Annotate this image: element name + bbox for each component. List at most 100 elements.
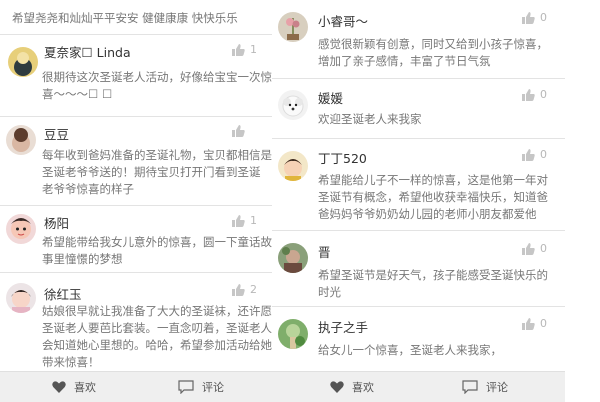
comment-item: 执子之手 0 给女儿一个惊喜，圣诞老人来我家， [272, 307, 565, 372]
thumbs-up-icon [232, 283, 245, 296]
comment-text-line: 时光 [318, 285, 341, 299]
comment-text-line: 事里憧憬的梦想 [42, 252, 123, 266]
thumbs-up-icon [522, 88, 535, 101]
comment-text: 姑娘很早就让我准备了大大的圣诞袜，还许愿 圣诞老人要芭比套装。一直念叨着，圣诞老… [42, 303, 272, 371]
page-margin [565, 0, 600, 402]
comment-button[interactable]: 评论 [462, 372, 508, 402]
comment-text-line: 圣诞老爷爷送的！期待宝贝打开门看到圣诞 [42, 165, 261, 179]
avatar[interactable] [278, 90, 308, 120]
like-count: 0 [540, 242, 547, 255]
comment-text-line: 每年收到爸妈准备的圣诞礼物，宝贝都相信是 [42, 148, 272, 162]
thumbs-up-icon [232, 125, 245, 137]
avatar[interactable] [8, 47, 38, 77]
comment-text: 很期待这次圣诞老人活动，好像给宝宝一次惊 喜～～～☐ ☐ [42, 69, 272, 103]
action-bar: 喜欢 评论 [0, 371, 272, 402]
like-count: 2 [250, 283, 257, 296]
like-count-button[interactable]: 0 [522, 148, 547, 161]
comment-text: 感觉很新颖有创意，同时又给到小孩子惊喜， 增加了亲子感情，丰富了节日气氛 [318, 36, 548, 70]
comment-text: 希望圣诞节是好天气，孩子能感受圣诞快乐的 时光 [318, 267, 548, 301]
like-count-button[interactable]: 0 [522, 242, 547, 255]
comment-text-line: 希望能带给我女儿意外的惊喜，圆一下童话故 [42, 235, 272, 249]
comment-text: 欢迎圣诞老人来我家 [318, 111, 422, 128]
comment-item: 豆豆 每年收到爸妈准备的圣诞礼物，宝贝都相信是 圣诞老爷爷送的！期待宝贝打开门看… [0, 117, 272, 206]
action-bar: 喜欢 评论 [272, 371, 565, 402]
avatar[interactable] [278, 151, 308, 181]
comment-text-line: 会知道她心里想的。哈哈，希望参加活动给她 [42, 338, 272, 352]
commenter-name[interactable]: 执子之手 [318, 317, 368, 336]
comment-item: 希望尧尧和灿灿平平安安 健健康康 快快乐乐 [0, 0, 272, 35]
comment-button-label: 评论 [486, 381, 508, 394]
comment-item: 媛媛 0 欢迎圣诞老人来我家 [272, 79, 565, 139]
commenter-name[interactable]: 夏奈家☐ Linda [44, 42, 131, 61]
comment-text-line: 给女儿一个惊喜，圣诞老人来我家， [318, 343, 502, 357]
like-button[interactable]: 喜欢 [330, 372, 374, 402]
avatar[interactable] [278, 319, 308, 349]
comment-item: 丁丁520 0 希望能给儿子不一样的惊喜，这是他第一年对 圣诞节有概念，希望他收… [272, 139, 565, 231]
comment-text-line: 圣诞老人要芭比套装。一直念叨着，圣诞老人 [42, 321, 272, 335]
like-count: 0 [540, 88, 547, 101]
comment-item: 晋 0 希望圣诞节是好天气，孩子能感受圣诞快乐的 时光 [272, 231, 565, 307]
heart-icon [52, 381, 66, 393]
avatar[interactable] [278, 243, 308, 273]
avatar[interactable] [6, 283, 36, 313]
like-button[interactable]: 喜欢 [52, 372, 96, 402]
commenter-name[interactable]: 小睿哥～ [318, 11, 368, 30]
comment-text-line: 希望尧尧和灿灿平平安安 健健康康 快快乐乐 [12, 11, 238, 25]
comment-text: 给女儿一个惊喜，圣诞老人来我家， [318, 342, 502, 359]
like-count: 1 [250, 43, 257, 56]
thumbs-up-icon [232, 43, 245, 56]
thumbs-up-icon [522, 148, 535, 161]
comment-item: 夏奈家☐ Linda 1 很期待这次圣诞老人活动，好像给宝宝一次惊 喜～～～☐ … [0, 35, 272, 117]
like-count-button[interactable]: 1 [232, 43, 257, 56]
comment-text-line: 希望圣诞节是好天气，孩子能感受圣诞快乐的 [318, 268, 548, 282]
thumbs-up-icon [232, 214, 245, 227]
like-count: 0 [540, 11, 547, 24]
comment-text-line: 希望能给儿子不一样的惊喜，这是他第一年对 [318, 173, 548, 187]
comment-icon [178, 380, 194, 394]
like-button-label: 喜欢 [352, 381, 374, 394]
commenter-name[interactable]: 丁丁520 [318, 148, 367, 167]
like-count-button[interactable]: 1 [232, 214, 257, 227]
comment-text: 希望能带给我女儿意外的惊喜，圆一下童话故 事里憧憬的梦想 [42, 234, 272, 268]
avatar[interactable] [6, 125, 36, 155]
comment-text-line: 喜～～～☐ ☐ [42, 87, 113, 101]
comment-text: 每年收到爸妈准备的圣诞礼物，宝贝都相信是 圣诞老爷爷送的！期待宝贝打开门看到圣诞… [42, 147, 272, 198]
commenter-name[interactable]: 徐红玉 [44, 284, 82, 303]
comment-text-line: 圣诞节有概念，希望他收获幸福快乐，知道爸 [318, 190, 548, 204]
thumbs-up-icon [522, 11, 535, 24]
comment-text-line: 老爷爷惊喜的样子 [42, 182, 134, 196]
comment-text-line: 欢迎圣诞老人来我家 [318, 112, 422, 126]
avatar[interactable] [6, 214, 36, 244]
left-comment-panel: 希望尧尧和灿灿平平安安 健健康康 快快乐乐 夏奈家☐ Linda 1 很期待这次… [0, 0, 272, 402]
comment-text-line: 感觉很新颖有创意，同时又给到小孩子惊喜， [318, 37, 548, 51]
thumbs-up-icon [522, 242, 535, 255]
like-count: 1 [250, 214, 257, 227]
thumbs-up-icon [522, 317, 535, 330]
commenter-name[interactable]: 豆豆 [44, 124, 69, 143]
comment-text-line: 增加了亲子感情，丰富了节日气氛 [318, 54, 491, 68]
comment-text-line: 带来惊喜！ [42, 355, 100, 369]
like-count-button[interactable] [232, 125, 250, 137]
comment-item: 小睿哥～ 0 感觉很新颖有创意，同时又给到小孩子惊喜， 增加了亲子感情，丰富了节… [272, 0, 565, 79]
like-button-label: 喜欢 [74, 381, 96, 394]
like-count-button[interactable]: 0 [522, 88, 547, 101]
comment-icon [462, 380, 478, 394]
like-count: 0 [540, 148, 547, 161]
right-comment-panel: 小睿哥～ 0 感觉很新颖有创意，同时又给到小孩子惊喜， 增加了亲子感情，丰富了节… [272, 0, 565, 402]
commenter-name[interactable]: 晋 [318, 242, 331, 261]
like-count: 0 [540, 317, 547, 330]
like-count-button[interactable]: 0 [522, 317, 547, 330]
comment-text-line: 爸妈妈爷爷奶奶幼儿园的老师小朋友都爱他 [318, 207, 537, 221]
avatar[interactable] [278, 12, 308, 42]
commenter-name[interactable]: 杨阳 [44, 213, 69, 232]
commenter-name[interactable]: 媛媛 [318, 88, 343, 107]
comment-item: 徐红玉 2 姑娘很早就让我准备了大大的圣诞袜，还许愿 圣诞老人要芭比套装。一直念… [0, 273, 272, 372]
comment-button-label: 评论 [202, 381, 224, 394]
comment-text-line: 姑娘很早就让我准备了大大的圣诞袜，还许愿 [42, 304, 272, 318]
comment-item: 杨阳 1 希望能带给我女儿意外的惊喜，圆一下童话故 事里憧憬的梦想 [0, 206, 272, 273]
like-count-button[interactable]: 0 [522, 11, 547, 24]
comment-text-line: 很期待这次圣诞老人活动，好像给宝宝一次惊 [42, 70, 272, 84]
comment-text: 希望能给儿子不一样的惊喜，这是他第一年对 圣诞节有概念，希望他收获幸福快乐，知道… [318, 172, 548, 223]
like-count-button[interactable]: 2 [232, 283, 257, 296]
comment-button[interactable]: 评论 [178, 372, 224, 402]
